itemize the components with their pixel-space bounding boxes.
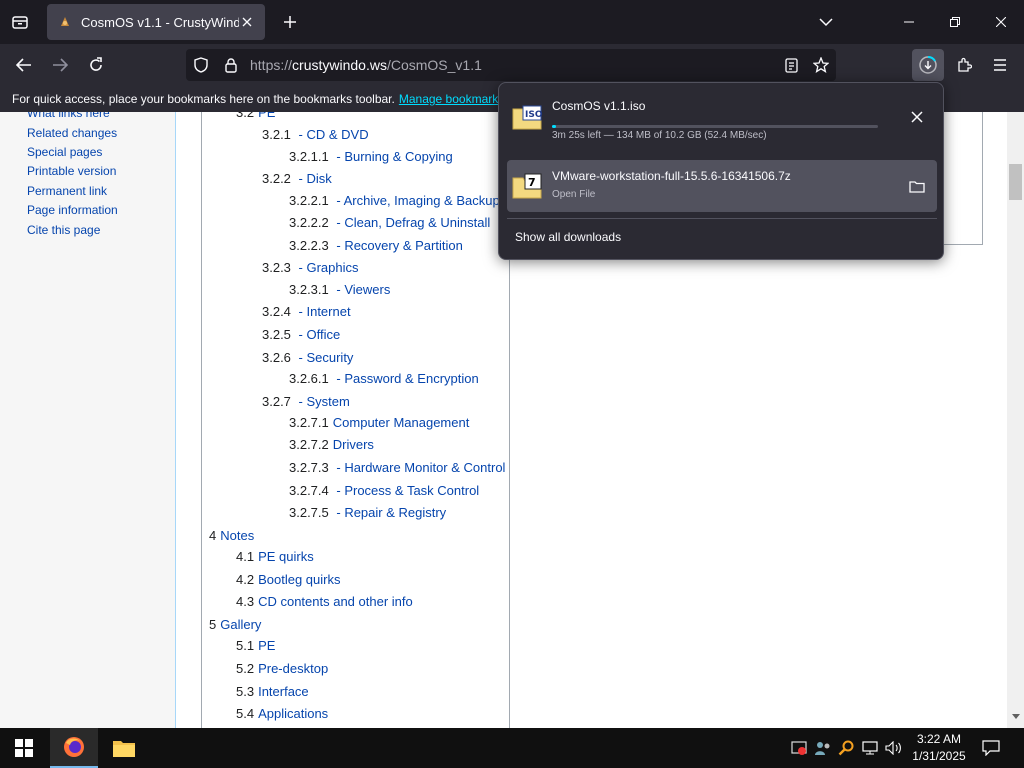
toc-item[interactable]: 3.2.1.1 - Burning & Copying [289,149,453,164]
toc-item[interactable]: 5 Gallery [209,617,261,632]
toc-item[interactable]: 3.2.2 - Disk [262,171,332,186]
toc-item[interactable]: 3.2.6 - Security [262,350,353,365]
toc-item[interactable]: 3.2.2.3 - Recovery & Partition [289,238,463,253]
toc-item[interactable]: 3.2.2.1 - Archive, Imaging & Backup [289,193,500,208]
toc-item[interactable]: 5.3 Interface [236,684,309,699]
scrollbar-thumb[interactable] [1009,164,1022,200]
firefox-view-icon[interactable] [8,10,32,34]
reader-view-icon[interactable] [776,49,806,81]
toc-item[interactable]: 3.2.7.1 Computer Management [289,415,469,430]
svg-text:ISO: ISO [525,110,543,120]
start-windows-icon[interactable] [0,728,48,768]
bookmark-star-icon[interactable] [806,49,836,81]
windows-taskbar: 3:22 AM 1/31/2025 [0,728,1024,768]
cancel-icon[interactable] [901,101,933,133]
lock-icon[interactable] [216,49,246,81]
downloads-panel: ISO CosmOS v1.1.iso 3m 25s left — 134 MB… [498,82,944,260]
folder-icon[interactable] [901,170,933,202]
toc-item[interactable]: 5.4 Applications [236,706,328,721]
volume-tray-icon[interactable] [884,738,904,758]
download-progress-bar [552,125,878,128]
download-progress-fill [552,125,557,128]
action-center-icon[interactable] [981,738,1001,758]
clock-time: 3:22 AM [916,732,962,746]
download-filename: CosmOS v1.1.iso [552,99,646,113]
toc-item[interactable]: 3.2.6.1 - Password & Encryption [289,371,479,386]
iso-file-icon: ISO [511,101,543,133]
toc-item[interactable]: 3.2.3 - Graphics [262,260,359,275]
toc-item[interactable]: 3.2.2.2 - Clean, Defrag & Uninstall [289,215,490,230]
close-tab-icon[interactable] [239,14,255,30]
toc-item[interactable]: 3.2.4 - Internet [262,304,351,319]
clock-date: 1/31/2025 [912,749,966,763]
new-tab-button[interactable] [278,10,302,34]
tab-title: CosmOS v1.1 - CrustyWindows [81,14,239,30]
tab-active[interactable]: CosmOS v1.1 - CrustyWindows [47,4,265,40]
tab-strip: CosmOS v1.1 - CrustyWindows [0,0,1024,44]
sidebar-link-printable-version[interactable]: Printable version [27,164,116,178]
sidebar-link-related-changes[interactable]: Related changes [27,126,117,140]
taskbar-clock[interactable]: 3:22 AM 1/31/2025 [908,731,970,765]
svg-text:7: 7 [528,176,536,189]
toc-item[interactable]: 3.2.7.4 - Process & Task Control [289,483,479,498]
download-item[interactable]: 7 VMware-workstation-full-15.5.6-1634150… [507,160,937,212]
sidebar-link-cite-this-page[interactable]: Cite this page [27,223,100,237]
toc-item[interactable]: 4.3 CD contents and other info [236,594,413,609]
toc-item[interactable]: 3.2.3.1 - Viewers [289,282,390,297]
tracking-protection-shield-icon[interactable] [186,49,216,81]
wiki-sidebar: What links here Related changes Special … [0,112,176,728]
toc-item[interactable]: 3.2.7.2 Drivers [289,437,374,452]
close-window-button[interactable] [978,0,1024,44]
downloads-separator [507,218,937,219]
show-all-downloads-button[interactable]: Show all downloads [515,230,621,244]
toc-item[interactable]: 3.2.7 - System [262,394,350,409]
toc-item[interactable]: 4 Notes [209,528,254,543]
toc-item[interactable]: 4.2 Bootleg quirks [236,572,340,587]
extensions-icon[interactable] [950,51,978,79]
minimize-button[interactable] [886,0,932,44]
sidebar-link-special-pages[interactable]: Special pages [27,145,102,159]
toc-item[interactable]: 3.2.7.3 - Hardware Monitor & Control [289,460,505,475]
navigation-toolbar: https://crustywindo.ws/CosmOS_v1.1 [0,44,1024,86]
sidebar-link-what-links-here[interactable]: What links here [27,112,110,120]
menu-hamburger-icon[interactable] [986,51,1014,79]
toc-item[interactable]: 3.2.1 - CD & DVD [262,127,369,142]
reload-button[interactable] [82,51,110,79]
toc-item[interactable]: 3.2 PE [236,112,275,120]
url-text[interactable]: https://crustywindo.ws/CosmOS_v1.1 [250,57,776,73]
download-status: Open File [552,189,596,200]
page-scrollbar[interactable] [1007,112,1024,728]
search-tray-icon[interactable] [836,738,856,758]
security-tray-icon[interactable] [789,738,809,758]
sidebar-link-page-information[interactable]: Page information [27,203,118,217]
back-button[interactable] [10,51,38,79]
sidebar-link-permanent-link[interactable]: Permanent link [27,184,107,198]
network-people-tray-icon[interactable] [813,738,833,758]
list-all-tabs-button[interactable] [814,10,838,34]
tab-favicon-icon [57,14,73,30]
download-item[interactable]: ISO CosmOS v1.1.iso 3m 25s left — 134 MB… [507,91,937,143]
download-filename: VMware-workstation-full-15.5.6-16341506.… [552,169,791,183]
toc-item[interactable]: 4.1 PE quirks [236,549,314,564]
toc-item[interactable]: 3.2.5 - Office [262,327,340,342]
download-status: 3m 25s left — 134 MB of 10.2 GB (52.4 MB… [552,130,767,141]
toc-item[interactable]: 3.2.7.5 - Repair & Registry [289,505,446,520]
firefox-taskbar-icon[interactable] [50,728,98,768]
network-tray-icon[interactable] [860,738,880,758]
7z-archive-icon: 7 [511,170,543,202]
file-explorer-icon[interactable] [100,728,148,768]
scroll-down-arrow-icon[interactable] [1011,712,1021,722]
restore-button[interactable] [932,0,978,44]
bookmarks-toolbar-message: For quick access, place your bookmarks h… [12,92,395,106]
forward-button[interactable] [46,51,74,79]
url-bar[interactable]: https://crustywindo.ws/CosmOS_v1.1 [186,49,836,81]
toc-item[interactable]: 5.2 Pre-desktop [236,661,328,676]
toc-item[interactable]: 5.1 PE [236,638,275,653]
downloads-button[interactable] [912,49,944,81]
manage-bookmarks-link[interactable]: Manage bookmarks [399,92,504,106]
